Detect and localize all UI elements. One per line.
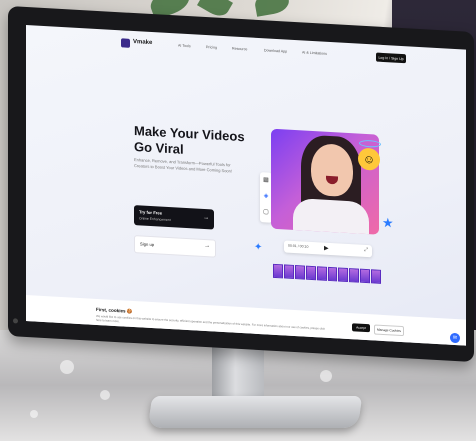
person-shirt (293, 197, 369, 235)
play-icon[interactable]: ▶ (324, 245, 329, 252)
nav-link-limitations[interactable]: AI & Limitations (302, 50, 327, 55)
crop-icon[interactable]: ▢ (262, 208, 270, 216)
try-for-free-button[interactable]: Try for Free Online Enhancement → (134, 205, 214, 230)
arrow-right-icon: → (204, 242, 210, 250)
monitor-stand-base (147, 396, 363, 428)
layers-icon[interactable]: ▦ (262, 176, 270, 184)
power-led (13, 318, 18, 324)
manage-cookies-button[interactable]: Manage Cookies (374, 324, 404, 337)
nav-link-ai-tools[interactable]: AI Tools (178, 44, 191, 49)
photo-scene: Vmake AI Tools Pricing Resource Download… (0, 0, 476, 441)
chat-icon[interactable]: ✉ (450, 332, 460, 344)
fullscreen-icon[interactable]: ⤢ (364, 247, 368, 253)
smile-emoji-icon: ☺ (358, 147, 380, 171)
timeline-filmstrip[interactable] (273, 263, 382, 284)
nav-link-resource[interactable]: Resource (232, 47, 247, 52)
logo-text[interactable]: Vmake (133, 39, 152, 46)
cookie-text: We would like to use cookies on this web… (96, 313, 326, 331)
hero-title: Make Your Videos Go Viral (134, 123, 274, 163)
monitor: Vmake AI Tools Pricing Resource Download… (8, 6, 474, 363)
vmake-logo-icon[interactable] (121, 38, 130, 48)
plant-leaf (253, 0, 291, 17)
accept-cookies-button[interactable]: Accept (352, 323, 370, 333)
try-sublabel: Online Enhancement (139, 216, 171, 223)
website-screen: Vmake AI Tools Pricing Resource Download… (26, 25, 466, 346)
login-signup-button[interactable]: Log In / Sign Up (376, 52, 406, 64)
nav-link-download-app[interactable]: Download App (264, 48, 287, 53)
top-nav: Vmake AI Tools Pricing Resource Download… (26, 25, 466, 76)
video-controls: 00:01 / 00:10 ▶ ⤢ (284, 240, 372, 258)
sparkle-star-icon: ✦ (254, 241, 263, 254)
sign-up-label: Sign up (140, 241, 155, 248)
try-label: Try for Free (139, 209, 163, 216)
enhance-icon[interactable]: ◈ (262, 192, 270, 200)
video-time: 00:01 / 00:10 (288, 243, 309, 249)
sign-up-button[interactable]: Sign up → (134, 235, 216, 258)
arrow-right-icon: → (203, 214, 209, 222)
nav-link-pricing[interactable]: Pricing (206, 45, 217, 50)
sparkle-star-icon: ★ (382, 214, 394, 231)
cookie-banner: First, cookies 🍪 We would like to use co… (26, 295, 466, 346)
